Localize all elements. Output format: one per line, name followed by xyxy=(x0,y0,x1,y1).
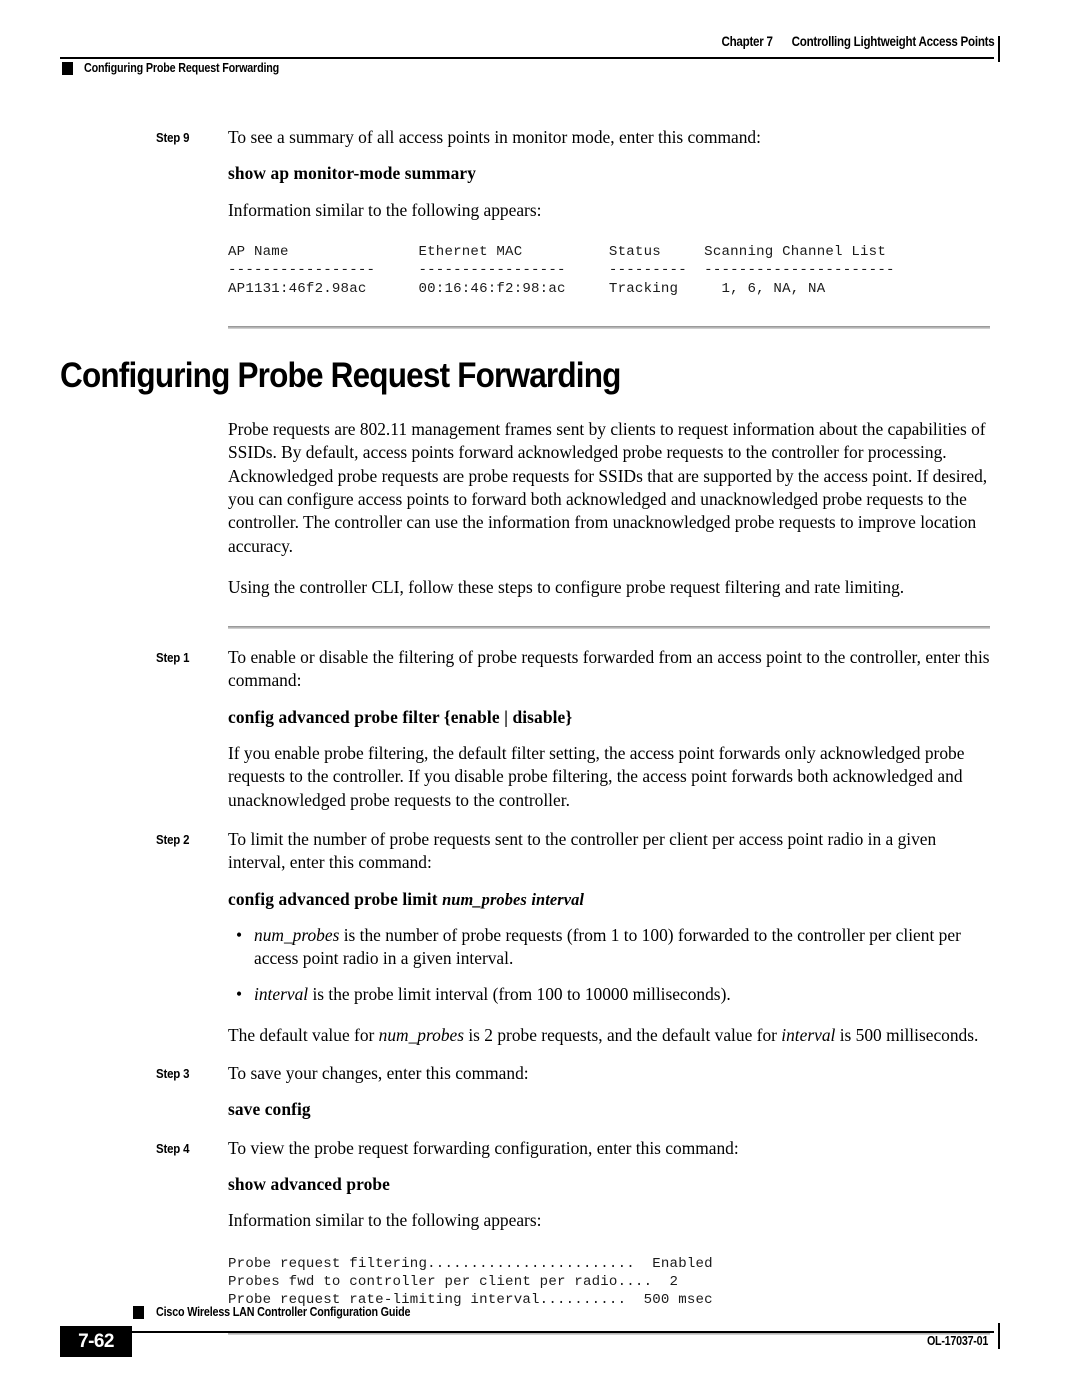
header-rule xyxy=(60,57,994,59)
step-body-9: To see a summary of all access points in… xyxy=(228,126,990,235)
default-var-a: num_probes xyxy=(378,1024,464,1045)
header-section-label: Configuring Probe Request Forwarding xyxy=(84,61,280,75)
bullet-text-2: interval is the probe limit interval (fr… xyxy=(254,983,990,1006)
step2-default-note: The default value for num_probes is 2 pr… xyxy=(228,1024,990,1047)
header-chapter-label: Chapter 7 xyxy=(720,34,773,49)
step-body-1: To enable or disable the filtering of pr… xyxy=(228,646,990,825)
default-text-b: is 2 probe requests, and the default val… xyxy=(464,1024,782,1045)
bullet-marker-icon: • xyxy=(236,984,243,1005)
footer-endcap-rule xyxy=(998,1323,1000,1349)
page-content: Step 9 To see a summary of all access po… xyxy=(0,126,1080,1350)
default-var-b: interval xyxy=(781,1024,836,1045)
section-paragraph-1: Probe requests are 802.11 management fra… xyxy=(228,419,988,556)
header-section-info: Configuring Probe Request Forwarding xyxy=(62,61,311,75)
step4-note: Information similar to the following app… xyxy=(228,1210,542,1231)
step2-command-var1: num_probes xyxy=(442,889,527,909)
bullet-1-body: is the number of probe requests (from 1 … xyxy=(254,924,961,969)
footer-guide-title: Cisco Wireless LAN Controller Configurat… xyxy=(156,1305,411,1319)
step3-intro: To save your changes, enter this command… xyxy=(228,1063,529,1084)
step1-command-prefix: config advanced probe filter xyxy=(228,706,440,727)
step-block-2: Step 2 To limit the number of probe requ… xyxy=(0,828,1080,1060)
page-header: Chapter 7 Controlling Lightweight Access… xyxy=(0,34,1080,84)
step-label-9: Step 9 xyxy=(156,130,190,145)
bullet-marker-icon: • xyxy=(236,924,243,945)
step-body-3: To save your changes, enter this command… xyxy=(228,1062,990,1135)
header-chapter-title: Controlling Lightweight Access Points xyxy=(791,34,994,49)
section-intro: Probe requests are 802.11 management fra… xyxy=(228,418,990,599)
section-paragraph-2: Using the controller CLI, follow these s… xyxy=(228,576,905,597)
separator-rule-2 xyxy=(228,626,990,630)
page-title: Configuring Probe Request Forwarding xyxy=(60,356,621,396)
step2-command: config advanced probe limit num_probes i… xyxy=(228,888,990,911)
header-endcap-rule xyxy=(998,36,1000,62)
default-text-a: The default value for xyxy=(228,1024,379,1045)
default-text-c: is 500 milliseconds. xyxy=(835,1024,979,1045)
step1-command-args: {enable | disable} xyxy=(443,706,573,727)
step9-cli-output: AP Name Ethernet MAC Status Scanning Cha… xyxy=(228,243,895,297)
step4-command: show advanced probe xyxy=(228,1173,390,1194)
header-chapter-info: Chapter 7 Controlling Lightweight Access… xyxy=(721,34,994,49)
step2-intro: To limit the number of probe requests se… xyxy=(228,828,937,873)
footer-rule xyxy=(60,1331,994,1333)
bullet-2-body: is the probe limit interval (from 100 to… xyxy=(308,984,731,1005)
step-body-2: To limit the number of probe requests se… xyxy=(228,828,990,1060)
step-label-4: Step 4 xyxy=(156,1140,190,1156)
page-footer: Cisco Wireless LAN Controller Configurat… xyxy=(0,1287,1080,1397)
step9-note: Information similar to the following app… xyxy=(228,199,542,220)
step4-intro: To view the probe request forwarding con… xyxy=(228,1137,739,1158)
step-body-4: To view the probe request forwarding con… xyxy=(228,1137,990,1246)
square-bullet-icon xyxy=(62,61,73,75)
list-item: • num_probes is the number of probe requ… xyxy=(228,924,990,971)
step-block-1: Step 1 To enable or disable the filterin… xyxy=(0,646,1080,825)
list-item: • interval is the probe limit interval (… xyxy=(228,983,990,1006)
step9-command: show ap monitor-mode summary xyxy=(228,163,477,184)
step1-intro: To enable or disable the filtering of pr… xyxy=(228,647,990,691)
step-label-1: Step 1 xyxy=(156,650,190,666)
step1-explanation: If you enable probe filtering, the defau… xyxy=(228,743,965,810)
step2-command-prefix: config advanced probe limit xyxy=(228,888,438,909)
page-number-badge: 7-62 xyxy=(60,1326,132,1357)
step-block-9: Step 9 To see a summary of all access po… xyxy=(0,126,1080,235)
step-block-4: Step 4 To view the probe request forward… xyxy=(0,1137,1080,1246)
step-block-3: Step 3 To save your changes, enter this … xyxy=(0,1062,1080,1135)
step-label-3: Step 3 xyxy=(156,1066,190,1082)
step3-command: save config xyxy=(228,1099,311,1120)
step9-cli-block: AP Name Ethernet MAC Status Scanning Cha… xyxy=(228,243,990,298)
step2-command-var2: interval xyxy=(531,889,585,909)
square-bullet-icon xyxy=(133,1306,144,1319)
bullet-1-var: num_probes xyxy=(254,924,340,945)
bullet-text-1: num_probes is the number of probe reques… xyxy=(254,924,990,971)
footer-doc-id: OL-17037-01 xyxy=(926,1334,988,1348)
step9-intro: To see a summary of all access points in… xyxy=(228,127,761,147)
bullet-2-var: interval xyxy=(254,984,309,1005)
step1-command: config advanced probe filter {enable | d… xyxy=(228,706,990,729)
step-label-2: Step 2 xyxy=(156,831,190,847)
separator-rule-1 xyxy=(228,326,990,330)
